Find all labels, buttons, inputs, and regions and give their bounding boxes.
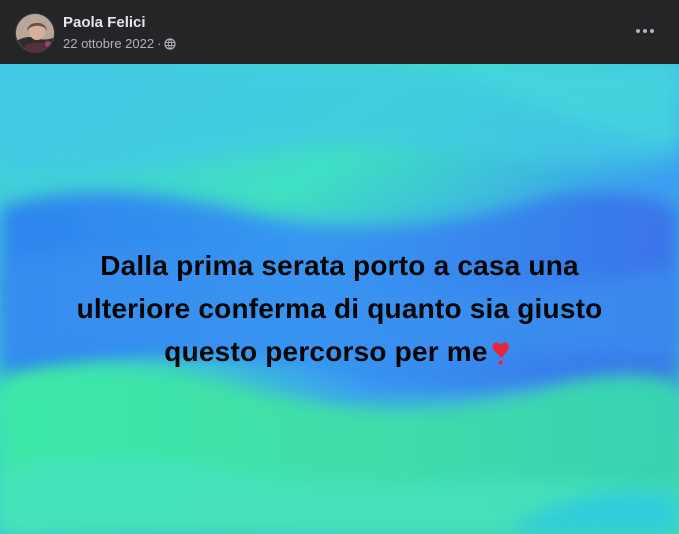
more-options-icon-dot (650, 29, 654, 33)
meta-separator: · (157, 36, 162, 51)
globe-icon[interactable] (164, 38, 177, 50)
post-meta: 22 ottobre 2022 · (63, 36, 177, 52)
text-post-card[interactable]: Dalla prima serata porto a casa una ulte… (0, 64, 679, 534)
post-header: Paola Felici 22 ottobre 2022 · (0, 0, 679, 64)
post-text-last-line: questo percorso per me (30, 330, 649, 373)
more-options-icon-dot (636, 29, 640, 33)
more-options-icon-dot (643, 29, 647, 33)
more-options-button[interactable] (627, 17, 663, 45)
author-name[interactable]: Paola Felici (63, 14, 146, 32)
post-text-line: Dalla prima serata porto a casa una (100, 250, 579, 281)
author-avatar[interactable] (15, 13, 55, 53)
heart-exclamation-icon (492, 342, 509, 365)
avatar-image (16, 14, 54, 52)
post-date[interactable]: 22 ottobre 2022 (63, 36, 154, 52)
post-text-line: questo percorso per me (164, 336, 488, 367)
post-text: Dalla prima serata porto a casa una ulte… (30, 244, 649, 373)
facebook-post: Paola Felici 22 ottobre 2022 · Dalla pri… (0, 0, 679, 534)
post-text-line: ulteriore conferma di quanto sia giusto (76, 293, 603, 324)
